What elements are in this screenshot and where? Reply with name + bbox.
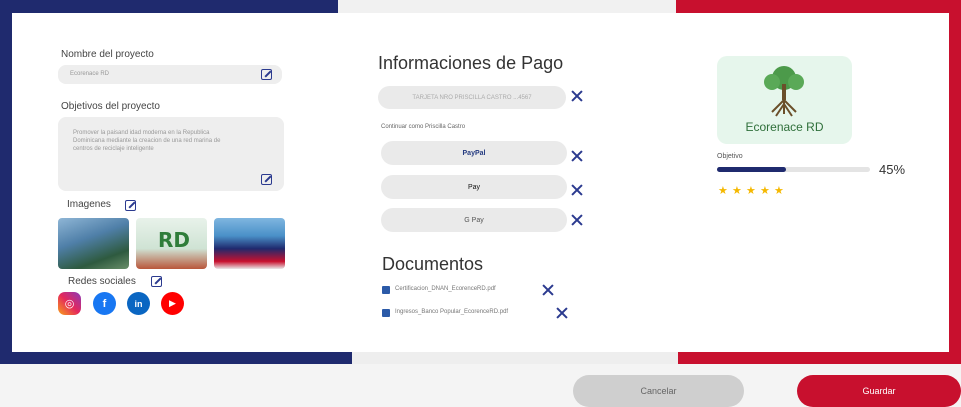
remove-paypal-icon[interactable] [571,150,583,162]
edit-icon[interactable] [261,69,272,80]
google-pay-label: G Pay [464,216,484,224]
youtube-icon[interactable]: ▶ [161,292,184,315]
payment-card-text: TARJETA NRO PRISCILLA CASTRO ...4567 [412,94,532,101]
linkedin-icon[interactable]: in [127,292,150,315]
images-label: Imagenes [67,199,111,210]
document-file-2[interactable]: Ingresos_Banco Popular_EcorenceRD.pdf [395,309,508,315]
apple-pay-button[interactable]: Pay [381,175,567,199]
instagram-icon[interactable]: ◎ [58,292,81,315]
page: Nombre del proyecto Ecorenace RD Objetiv… [0,0,961,407]
objective-label: Objetivo [717,153,743,160]
project-name-field[interactable]: Ecorenace RD [58,65,282,84]
google-pay-button[interactable]: G Pay [381,208,567,232]
word-doc-icon [382,309,390,317]
rd-logo-mark: RD [158,228,191,252]
progress-bar [717,167,870,172]
objectives-field[interactable]: Promover la paisand idad moderna en la R… [58,117,284,191]
project-image-rd-logo[interactable]: RD [136,218,207,269]
remove-google-pay-icon[interactable] [571,214,583,226]
objectives-value: Promover la paisand idad moderna en la R… [73,130,221,152]
save-button[interactable]: Guardar [797,375,961,407]
rating-star-5: ★ [774,185,784,197]
flag-border-red-right [949,0,961,364]
remove-document-1-icon[interactable] [542,284,554,296]
rating-star-4: ★ [760,185,770,197]
edit-icon[interactable] [261,174,272,185]
documents-title: Documentos [382,254,484,274]
project-logo: Ecorenace RD [717,56,852,144]
flag-border-red-bottom [678,352,961,364]
paypal-label: PayPal [462,149,486,157]
rating-star-3: ★ [746,185,756,197]
cancel-button[interactable]: Cancelar [573,375,744,407]
flag-border-white-top [338,0,676,13]
objectives-label: Objetivos del proyecto [61,101,160,112]
edit-social-icon[interactable] [151,276,162,287]
facebook-icon[interactable]: f [93,292,116,315]
flag-border-blue-top [0,0,338,13]
flag-border-red-top [676,0,961,13]
flag-border-white-bottom [352,352,678,364]
project-name-value: Ecorenace RD [70,71,110,77]
payment-title: Informaciones de Pago [378,53,564,73]
payment-card-field[interactable]: TARJETA NRO PRISCILLA CASTRO ...4567 [378,86,566,109]
social-label: Redes sociales [68,276,136,287]
progress-percent: 45% [879,162,906,177]
project-image-solar-plant[interactable] [58,218,129,269]
rating-star-2: ★ [732,185,742,197]
flag-border-blue-bottom [0,352,352,364]
tree-icon [764,66,804,117]
remove-document-2-icon[interactable] [556,307,568,319]
progress-fill [717,167,786,172]
project-image-dr-flag-map[interactable] [214,218,285,269]
apple-pay-label: Pay [467,183,481,191]
paypal-button[interactable]: PayPal [381,141,567,165]
remove-apple-pay-icon[interactable] [571,184,583,196]
document-file-1[interactable]: Certificacion_DNAN_EcorenceRD.pdf [395,286,496,292]
flag-border-blue-left [0,0,12,364]
remove-card-icon[interactable] [571,90,583,102]
word-doc-icon [382,286,390,294]
edit-images-icon[interactable] [125,200,136,211]
project-name-label: Nombre del proyecto [61,49,154,60]
payment-note: Continuar como Priscilla Castro [381,124,466,130]
logo-text: Ecorenace RD [745,120,824,134]
rating-star-1: ★ [718,185,728,197]
